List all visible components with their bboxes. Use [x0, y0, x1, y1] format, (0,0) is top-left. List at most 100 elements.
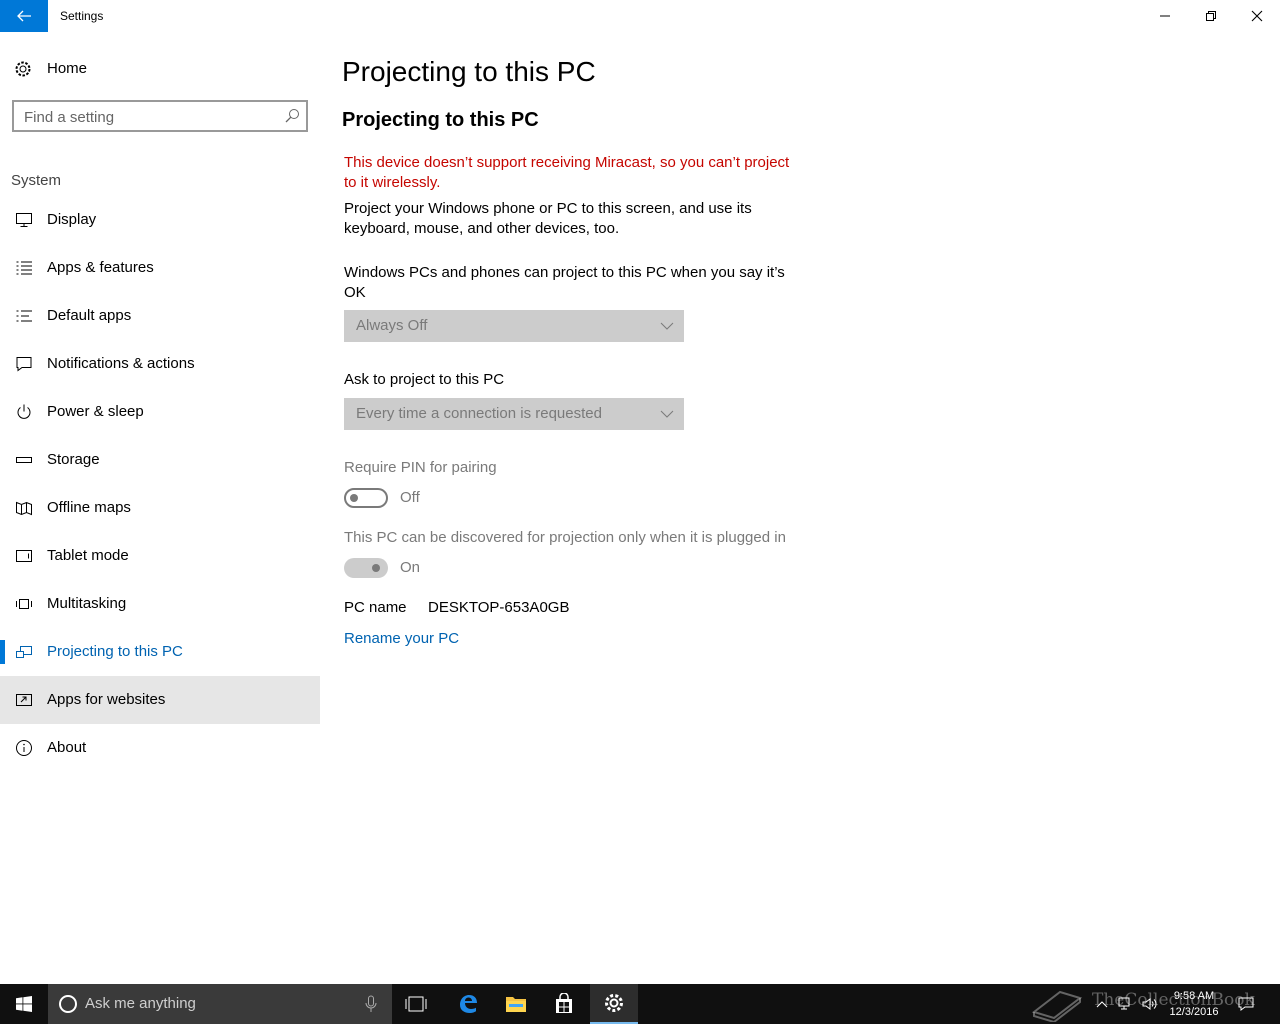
back-button[interactable]: [0, 0, 48, 32]
active-indicator: [0, 640, 5, 664]
sidebar-item-default-apps[interactable]: Default apps: [0, 292, 320, 340]
sidebar-item-label: Multitasking: [47, 595, 127, 612]
monitor-icon: [16, 213, 32, 227]
plugged-in-label: This PC can be discovered for projection…: [344, 529, 786, 546]
apps-websites-icon: [16, 694, 32, 706]
plugged-in-toggle[interactable]: [344, 558, 388, 578]
clock-time: 9:58 AM: [1173, 990, 1215, 1002]
rename-pc-link[interactable]: Rename your PC: [344, 630, 459, 647]
permission-label: Windows PCs and phones can project to th…: [344, 264, 785, 301]
tablet-icon: [16, 550, 32, 562]
toggle-knob: [350, 494, 358, 502]
restore-button[interactable]: [1188, 0, 1234, 32]
windows-logo-icon: [16, 996, 32, 1012]
ask-dropdown-value: Every time a connection is requested: [356, 405, 602, 422]
sidebar-item-label: Apps & features: [47, 259, 154, 276]
sidebar-item-label: Power & sleep: [47, 403, 144, 420]
sidebar-item-offline-maps[interactable]: Offline maps: [0, 484, 320, 532]
search-box[interactable]: [12, 100, 308, 132]
sidebar-item-notifications[interactable]: Notifications & actions: [0, 340, 320, 388]
sidebar-item-projecting[interactable]: Projecting to this PC: [0, 628, 320, 676]
edge-browser-button[interactable]: [444, 984, 492, 1024]
edge-icon: [460, 995, 477, 1013]
sidebar-item-tablet-mode[interactable]: Tablet mode: [0, 532, 320, 580]
plugged-in-toggle-state: On: [400, 559, 421, 576]
action-center-icon: [1238, 997, 1254, 1011]
power-icon: [17, 404, 31, 419]
start-button[interactable]: [0, 984, 48, 1024]
ask-label: Ask to project to this PC: [344, 371, 505, 388]
sidebar-item-label: Projecting to this PC: [47, 643, 183, 660]
cortana-search-box[interactable]: Ask me anything: [48, 984, 392, 1024]
list-icon: [16, 261, 32, 275]
map-icon: [16, 501, 32, 516]
chevron-down-icon: [660, 322, 674, 330]
notification-icon: [16, 357, 32, 372]
sidebar-item-about[interactable]: About: [0, 724, 320, 772]
pin-label: Require PIN for pairing: [344, 459, 497, 476]
volume-tray-button[interactable]: [1140, 994, 1160, 1014]
watermark-book-icon: [1031, 990, 1083, 1022]
microphone-icon[interactable]: [364, 995, 378, 1013]
sidebar-item-storage[interactable]: Storage: [0, 436, 320, 484]
sidebar-item-label: Storage: [47, 451, 100, 468]
restore-icon: [1206, 11, 1216, 21]
file-explorer-button[interactable]: [492, 984, 540, 1024]
pin-toggle[interactable]: [344, 488, 388, 508]
sidebar-item-apps-for-websites[interactable]: Apps for websites: [0, 676, 320, 724]
cortana-icon: [59, 995, 77, 1013]
gear-icon: [605, 994, 623, 1012]
sidebar-nav: Display Apps & features Default apps Not…: [0, 196, 320, 772]
toggle-knob: [372, 564, 380, 572]
permission-dropdown-value: Always Off: [356, 317, 428, 334]
close-button[interactable]: [1234, 0, 1280, 32]
miracast-error-text: This device doesn’t support receiving Mi…: [344, 154, 790, 191]
pc-name-value: DESKTOP-653A0GB: [428, 599, 570, 616]
sidebar-item-home[interactable]: Home: [0, 52, 320, 84]
ask-dropdown[interactable]: Every time a connection is requested: [344, 398, 684, 430]
close-icon: [1251, 10, 1263, 22]
clock-date: 12/3/2016: [1169, 1006, 1219, 1018]
chevron-up-icon: [1096, 1001, 1108, 1008]
cortana-search-placeholder: Ask me anything: [85, 995, 196, 1012]
info-icon: [16, 740, 32, 756]
task-view-button[interactable]: [392, 984, 440, 1024]
sidebar-item-label: Tablet mode: [47, 547, 129, 564]
multitasking-icon: [16, 599, 32, 609]
taskbar: Ask me anything TheCollectionBook 9:58 A…: [0, 984, 1280, 1024]
sidebar-item-label: About: [47, 739, 87, 756]
sidebar: Home System Display Apps & features Defa…: [0, 32, 320, 984]
network-tray-button[interactable]: [1116, 994, 1136, 1014]
chevron-down-icon: [660, 410, 674, 418]
action-center-button[interactable]: [1236, 994, 1256, 1014]
home-label: Home: [47, 60, 88, 77]
window-title: Settings: [60, 9, 104, 23]
pc-name-label: PC name: [344, 599, 407, 616]
sidebar-item-label: Apps for websites: [47, 691, 166, 708]
speaker-icon: [1142, 998, 1157, 1010]
network-icon: [1118, 997, 1130, 1010]
section-label-system: System: [11, 172, 62, 189]
search-input[interactable]: [24, 107, 274, 127]
projection-description: Project your Windows phone or PC to this…: [344, 200, 752, 237]
search-icon[interactable]: [284, 108, 300, 124]
sidebar-item-power-sleep[interactable]: Power & sleep: [0, 388, 320, 436]
gear-icon: [15, 61, 31, 77]
sidebar-item-display[interactable]: Display: [0, 196, 320, 244]
task-view-icon: [405, 996, 427, 1012]
taskbar-clock[interactable]: 9:58 AM 12/3/2016: [1162, 988, 1226, 1020]
projecting-icon: [16, 646, 32, 658]
storage-icon: [16, 457, 32, 463]
sidebar-item-label: Display: [47, 211, 97, 228]
sidebar-item-apps-features[interactable]: Apps & features: [0, 244, 320, 292]
sidebar-item-label: Default apps: [47, 307, 132, 324]
settings-taskbar-button[interactable]: [590, 984, 638, 1024]
pin-toggle-state: Off: [400, 489, 420, 506]
sidebar-item-multitasking[interactable]: Multitasking: [0, 580, 320, 628]
default-apps-icon: [16, 310, 32, 322]
show-hidden-icons-button[interactable]: [1092, 994, 1112, 1014]
minimize-button[interactable]: [1142, 0, 1188, 32]
permission-dropdown[interactable]: Always Off: [344, 310, 684, 342]
store-button[interactable]: [540, 984, 588, 1024]
page-title: Projecting to this PC: [342, 56, 596, 87]
